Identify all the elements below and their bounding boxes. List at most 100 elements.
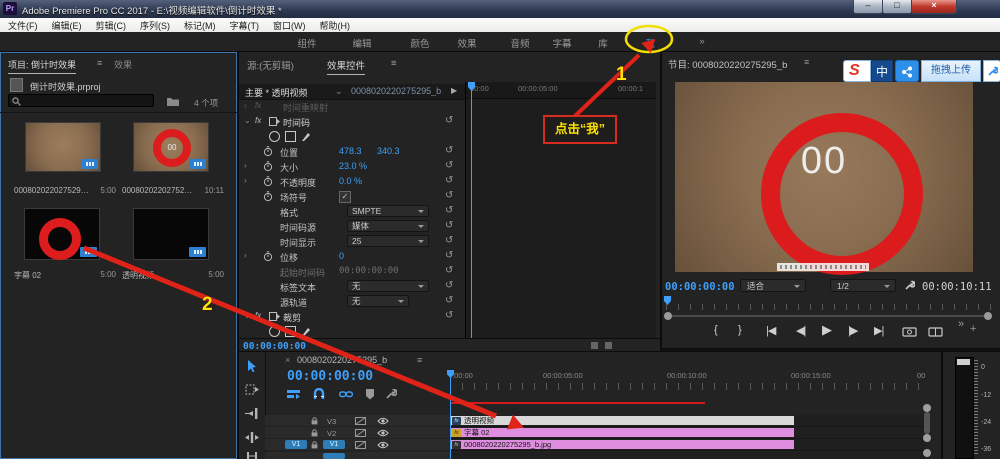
play-button[interactable]: ▶: [822, 322, 832, 338]
time-display-dropdown[interactable]: 25: [347, 235, 429, 247]
stopwatch-icon[interactable]: [263, 251, 273, 262]
workspace-tab-color[interactable]: 颜色: [398, 36, 442, 50]
ellipse-mask-icon[interactable]: [269, 326, 280, 337]
clip-label-row[interactable]: 透明视频 5:00: [122, 270, 226, 281]
reset-icon[interactable]: ↺: [445, 295, 453, 306]
toggle-track-output-eye-icon[interactable]: [377, 429, 389, 437]
scrollbar-track[interactable]: [670, 315, 988, 317]
mark-in-button[interactable]: {: [714, 324, 718, 336]
add-button[interactable]: +: [970, 323, 976, 335]
property-row-source-track[interactable]: 源轨道 无 ↺: [239, 294, 465, 309]
format-dropdown[interactable]: SMPTE: [347, 205, 429, 217]
workspace-tab-effects[interactable]: 效果: [445, 36, 489, 50]
workspace-tab-audio[interactable]: 音频: [498, 36, 542, 50]
clip-thumbnail-2[interactable]: 00: [133, 122, 209, 172]
go-to-in-button[interactable]: |◀: [766, 324, 775, 337]
menu-item-clip[interactable]: 剪辑(C): [96, 19, 127, 32]
track-lane-a1[interactable]: [450, 452, 926, 459]
source-track-dropdown[interactable]: 无: [347, 295, 409, 307]
clip-thumbnail-4[interactable]: [133, 208, 209, 260]
value-y[interactable]: 340.3: [377, 146, 400, 156]
tab-effect-controls[interactable]: 效果控件: [327, 58, 365, 75]
minimize-button[interactable]: –: [853, 0, 883, 14]
value-x[interactable]: 478.3: [339, 146, 362, 156]
rolling-edit-tool-icon[interactable]: [244, 432, 260, 443]
sogou-logo-bg[interactable]: S: [843, 60, 871, 82]
panel-menu-icon[interactable]: ≡: [97, 58, 102, 68]
linked-selection-icon[interactable]: [339, 389, 353, 399]
panel-menu-icon[interactable]: ≡: [391, 58, 397, 69]
slip-tool-icon[interactable]: [245, 452, 259, 459]
sequence-close-icon[interactable]: ×: [285, 355, 290, 365]
toggle-track-output-eye-icon[interactable]: [377, 417, 389, 425]
sogou-settings-bg[interactable]: [983, 60, 1000, 82]
program-timecode[interactable]: 00:00:00:00: [665, 281, 735, 293]
zoom-icon[interactable]: [605, 342, 612, 349]
track-header-v2[interactable]: V2: [265, 427, 450, 438]
workspace-tab-libraries[interactable]: 库: [581, 36, 625, 50]
master-clip-label[interactable]: 主要 * 透明视频: [245, 86, 308, 99]
clip-subtitle-02[interactable]: fx 字幕 02: [450, 427, 795, 438]
vscroll-bar[interactable]: [924, 412, 930, 434]
lock-icon[interactable]: [311, 417, 318, 425]
reset-icon[interactable]: ↺: [445, 310, 453, 321]
maximize-button[interactable]: □: [882, 0, 912, 14]
track-target-v1[interactable]: V1: [323, 440, 345, 449]
panel-menu-icon[interactable]: ≡: [417, 355, 422, 365]
fit-dropdown[interactable]: 适合: [740, 279, 806, 292]
sequence-clip-label[interactable]: 0008020220275295_b *…: [351, 86, 443, 96]
panel-menu-icon[interactable]: ≡: [804, 57, 809, 67]
property-row-timecode-source[interactable]: 时间码源 媒体 ↺: [239, 219, 465, 234]
value[interactable]: 0.0 %: [339, 176, 362, 186]
zoom-fit-icon[interactable]: [591, 342, 598, 349]
lang-mode-button[interactable]: 中: [871, 60, 893, 82]
menu-item-window[interactable]: 窗口(W): [273, 19, 306, 32]
property-row-format[interactable]: 格式 SMPTE ↺: [239, 204, 465, 219]
lock-icon[interactable]: [311, 429, 318, 437]
reset-icon[interactable]: ↺: [445, 265, 453, 276]
effect-row-timecode[interactable]: ⌄fx 时间码 ↺: [239, 114, 465, 129]
track-select-tool-icon[interactable]: [245, 384, 260, 395]
workspace-overflow-chevron[interactable]: »: [680, 36, 724, 47]
menu-item-title[interactable]: 字幕(T): [230, 19, 260, 32]
property-row-size[interactable]: › 大小 23.0 % ↺: [239, 159, 465, 174]
source-patch-v1[interactable]: V1: [285, 440, 307, 449]
program-scrub-ruler[interactable]: [666, 304, 992, 310]
keyframe-ruler[interactable]: 00:00 00:00:05:00 00:00:1: [466, 82, 656, 99]
snap-magnet-icon[interactable]: [313, 388, 325, 400]
clip-transparent-video[interactable]: fx 透明视频: [450, 415, 795, 426]
rect-mask-icon[interactable]: [285, 131, 296, 142]
timeline-timecode[interactable]: 00:00:00:00: [287, 369, 373, 384]
workspace-tab-editing[interactable]: 编辑: [340, 36, 384, 50]
sogou-share-icon[interactable]: [895, 60, 919, 82]
drag-upload-button[interactable]: 拖拽上传: [921, 60, 981, 82]
settings-wrench-icon[interactable]: [904, 280, 915, 291]
value[interactable]: 0: [339, 251, 344, 261]
workspace-tab-assembly[interactable]: 组件: [285, 36, 329, 50]
pen-mask-icon[interactable]: [301, 326, 312, 337]
timeline-settings-wrench-icon[interactable]: [385, 388, 397, 400]
pen-mask-icon[interactable]: [301, 131, 312, 142]
menu-item-edit[interactable]: 编辑(E): [52, 19, 82, 32]
reset-icon[interactable]: ↺: [445, 160, 453, 171]
panel-timecode[interactable]: 00:00:00:00: [243, 341, 306, 352]
compare-view-icon[interactable]: [928, 326, 943, 337]
property-row-position[interactable]: 位置 478.3 340.3 ↺: [239, 144, 465, 159]
reset-icon[interactable]: ↺: [445, 175, 453, 186]
track-header-a1-partial[interactable]: [265, 452, 450, 459]
play-arrow-icon[interactable]: ▶: [451, 86, 457, 95]
property-row-opacity[interactable]: › 不透明度 0.0 % ↺: [239, 174, 465, 189]
close-button[interactable]: ×: [911, 0, 957, 14]
stopwatch-icon[interactable]: [263, 176, 273, 187]
mark-out-button[interactable]: }: [738, 324, 742, 336]
reset-icon[interactable]: ↺: [445, 190, 453, 201]
menu-item-help[interactable]: 帮助(H): [320, 19, 351, 32]
rect-mask-icon[interactable]: [285, 326, 296, 337]
search-input[interactable]: [8, 94, 154, 107]
clip-thumbnail-1[interactable]: [25, 122, 101, 172]
go-to-out-button[interactable]: ▶|: [874, 324, 883, 337]
track-header-v3[interactable]: V3: [265, 415, 450, 426]
stopwatch-icon[interactable]: [263, 191, 273, 202]
clip-background-jpg[interactable]: fx 0008020220275295_b.jpg: [450, 439, 795, 450]
sequence-tab[interactable]: 0008020220275295_b: [297, 355, 387, 365]
